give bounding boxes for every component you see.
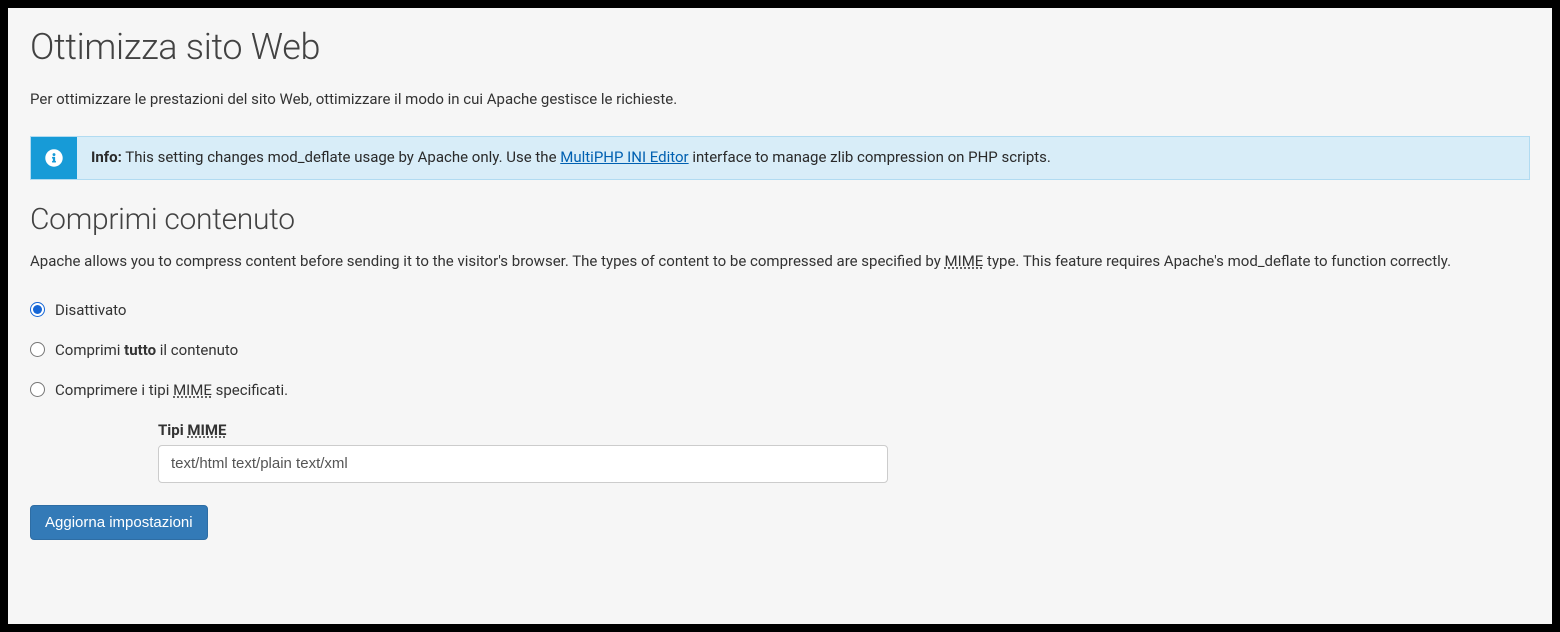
section-title: Comprimi contenuto (30, 202, 1530, 237)
mime-label-abbr: MIME (187, 421, 226, 439)
mime-types-block: Tipi MIME (158, 421, 1530, 483)
label-disabled[interactable]: Disattivato (55, 301, 126, 319)
page-title: Ottimizza sito Web (30, 26, 1530, 68)
label-all-after: il contenuto (156, 341, 238, 359)
option-all-row: Comprimi tutto il contenuto (30, 341, 1530, 359)
radio-all[interactable] (30, 342, 45, 357)
mime-types-label: Tipi MIME (158, 421, 1530, 439)
page-container: Ottimizza sito Web Per ottimizzare le pr… (8, 8, 1552, 624)
mime-label-before: Tipi (158, 421, 187, 439)
label-mime-before: Comprimere i tipi (55, 381, 173, 399)
mime-types-input[interactable] (158, 445, 888, 483)
label-all-bold: tutto (124, 341, 156, 359)
multiphp-link[interactable]: MultiPHP INI Editor (560, 148, 688, 166)
label-mime[interactable]: Comprimere i tipi MIME specificati. (55, 381, 288, 399)
info-icon (31, 137, 77, 179)
section-desc-after: type. This feature requires Apache's mod… (983, 252, 1451, 270)
label-all-before: Comprimi (55, 341, 124, 359)
mime-abbr: MIME (945, 252, 984, 270)
radio-disabled[interactable] (30, 302, 45, 317)
option-mime-row: Comprimere i tipi MIME specificati. (30, 381, 1530, 399)
compression-options: Disattivato Comprimi tutto il contenuto … (30, 301, 1530, 483)
label-mime-after: specificati. (212, 381, 288, 399)
section-desc-before: Apache allows you to compress content be… (30, 252, 945, 270)
info-label: Info: (91, 148, 122, 166)
section-description: Apache allows you to compress content be… (30, 251, 1530, 273)
option-disabled-row: Disattivato (30, 301, 1530, 319)
info-callout: Info: This setting changes mod_deflate u… (30, 136, 1530, 180)
info-text: Info: This setting changes mod_deflate u… (77, 137, 1065, 179)
info-text-before: This setting changes mod_deflate usage b… (122, 148, 560, 166)
label-mime-abbr: MIME (173, 381, 212, 399)
radio-mime[interactable] (30, 382, 45, 397)
intro-text: Per ottimizzare le prestazioni del sito … (30, 90, 1530, 108)
info-text-after: interface to manage zlib compression on … (689, 148, 1051, 166)
label-all[interactable]: Comprimi tutto il contenuto (55, 341, 238, 359)
update-settings-button[interactable]: Aggiorna impostazioni (30, 505, 208, 540)
